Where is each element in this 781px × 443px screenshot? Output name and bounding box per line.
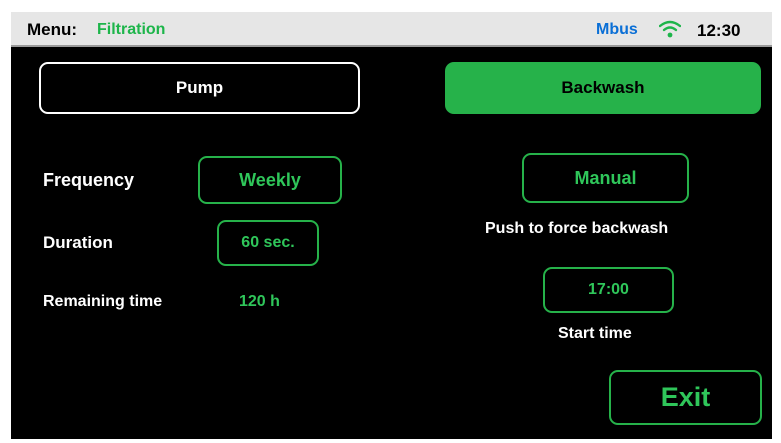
tab-pump-label: Pump	[175, 78, 224, 97]
exit-button[interactable]: Exit	[609, 370, 762, 425]
tab-pump[interactable]: Pump	[39, 62, 360, 114]
frequency-value: Weekly	[239, 169, 301, 190]
tab-backwash[interactable]: Backwash	[445, 62, 761, 114]
frequency-label: Frequency	[43, 170, 135, 190]
manual-backwash-button[interactable]: Manual	[522, 153, 689, 203]
duration-label: Duration	[43, 233, 113, 252]
bus-status: Mbus	[596, 21, 638, 38]
start-time-value: 17:00	[588, 281, 629, 298]
remaining-time-value: 120 h	[239, 293, 280, 310]
menu-title: Filtration	[97, 21, 166, 38]
duration-button[interactable]: 60 sec.	[217, 220, 319, 266]
remaining-time-label: Remaining time	[43, 293, 163, 310]
status-bar: Menu: Filtration Mbus 12:30	[11, 12, 772, 47]
wifi-icon	[659, 20, 681, 38]
start-time-label: Start time	[558, 325, 632, 342]
device-screen: Menu: Filtration Mbus 12:30 Pump Backwas…	[11, 12, 772, 439]
frequency-button[interactable]: Weekly	[198, 156, 342, 204]
menu-label: Menu:	[27, 20, 78, 39]
start-time-button[interactable]: 17:00	[543, 267, 674, 313]
manual-backwash-label: Manual	[574, 167, 637, 188]
clock: 12:30	[697, 21, 741, 40]
duration-value: 60 sec.	[241, 234, 295, 251]
tab-backwash-label: Backwash	[561, 78, 645, 97]
exit-label: Exit	[660, 382, 711, 412]
manual-backwash-hint: Push to force backwash	[485, 220, 669, 237]
